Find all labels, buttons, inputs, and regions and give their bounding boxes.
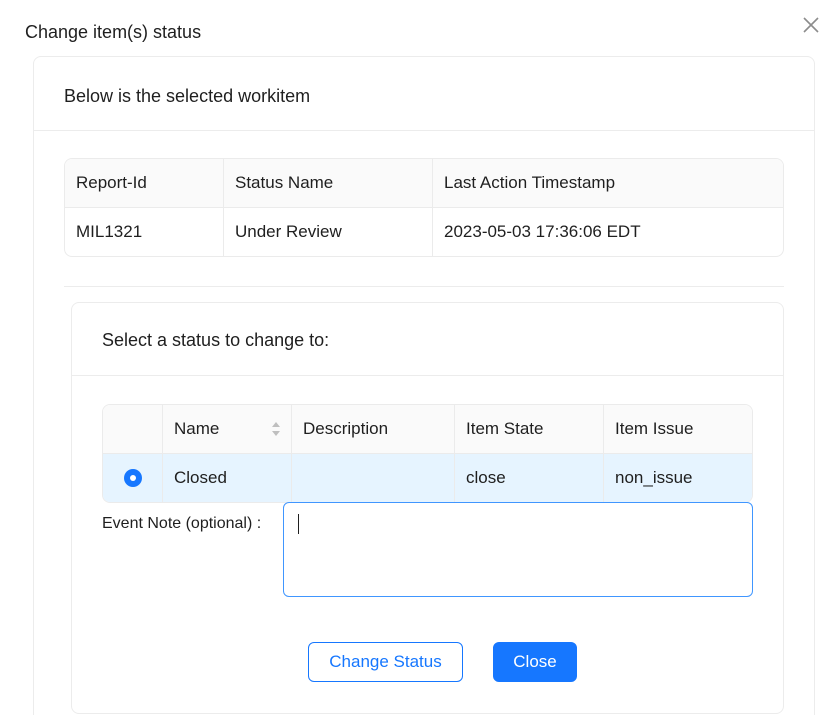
- column-header-select: [103, 405, 163, 453]
- sort-icon[interactable]: [271, 421, 281, 437]
- cell-name: Closed: [163, 454, 292, 502]
- selected-workitem-card: Below is the selected workitem Report-Id…: [33, 56, 815, 715]
- event-note-label: Event Note (optional) :: [102, 514, 261, 534]
- section-divider: [64, 286, 784, 287]
- status-select-card: Select a status to change to: Name Descr…: [71, 302, 784, 714]
- column-header-status-name: Status Name: [224, 159, 433, 207]
- row-radio-button[interactable]: [123, 469, 142, 487]
- event-note-label-text: Event Note (optional): [102, 515, 253, 532]
- column-header-last-action-timestamp: Last Action Timestamp: [444, 173, 616, 192]
- selected-workitem-table: Report-Id Status Name Last Action Timest…: [64, 158, 784, 257]
- event-note-input[interactable]: [283, 502, 753, 597]
- cell-item-state: close: [455, 454, 604, 502]
- column-header-item-issue: Item Issue: [615, 419, 694, 438]
- cell-item-issue: non_issue: [615, 468, 693, 487]
- label-colon: :: [252, 515, 262, 532]
- row-select-cell[interactable]: [103, 454, 163, 502]
- cell-last-action-timestamp: 2023-05-03 17:36:06 EDT: [444, 222, 641, 241]
- column-header-item-state: Item State: [455, 405, 604, 453]
- cell-report-id: MIL1321: [65, 208, 224, 256]
- change-status-button[interactable]: Change Status: [308, 642, 463, 682]
- close-button[interactable]: Close: [493, 642, 577, 682]
- cell-status-name: Under Review: [224, 208, 433, 256]
- table-row[interactable]: Closed close non_issue: [103, 454, 752, 502]
- text-caret: [298, 514, 299, 534]
- table-header-row: Report-Id Status Name Last Action Timest…: [65, 159, 783, 208]
- column-header-name-label: Name: [174, 419, 220, 438]
- table-header-row: Name Description Item State Item Issue: [103, 405, 752, 454]
- status-select-heading: Select a status to change to:: [72, 303, 783, 376]
- column-header-report-id: Report-Id: [65, 159, 224, 207]
- column-header-name[interactable]: Name: [163, 405, 292, 453]
- close-icon[interactable]: [800, 14, 822, 36]
- modal-title: Change item(s) status: [25, 22, 202, 42]
- table-row: MIL1321 Under Review 2023-05-03 17:36:06…: [65, 208, 783, 256]
- cell-description: [292, 454, 455, 502]
- selected-workitem-heading: Below is the selected workitem: [34, 57, 814, 131]
- column-header-description: Description: [292, 405, 455, 453]
- status-options-table: Name Description Item State Item Issue C…: [102, 404, 753, 503]
